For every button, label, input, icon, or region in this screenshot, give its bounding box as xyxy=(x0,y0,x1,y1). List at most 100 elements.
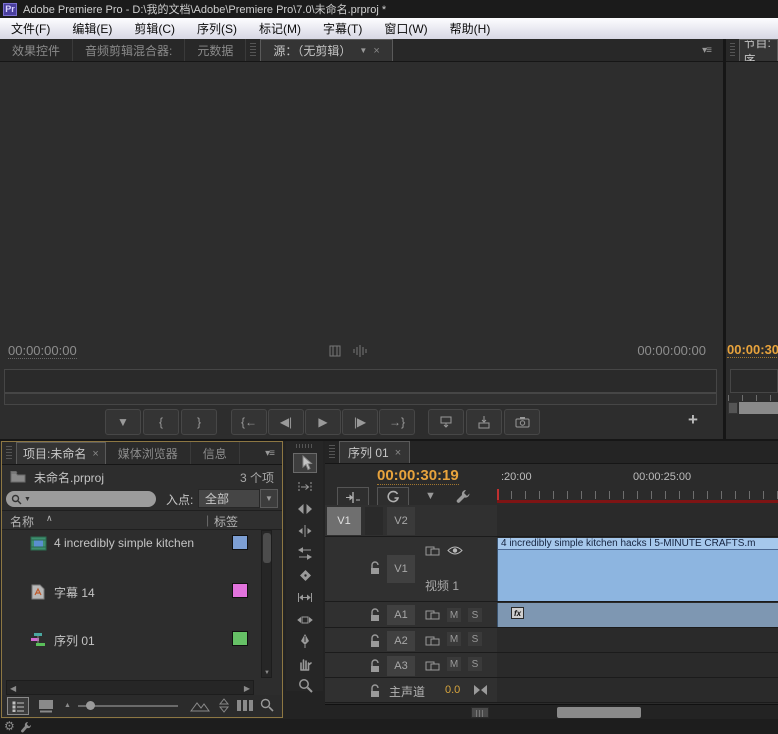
menu-file[interactable]: 文件(F) xyxy=(0,20,61,37)
panel-menu-icon[interactable]: ▾≡ xyxy=(702,45,711,56)
sync-lock-icon[interactable] xyxy=(425,609,440,621)
filter-dropdown-caret[interactable]: ▼ xyxy=(260,489,278,508)
track-content-v1[interactable]: 4 incredibly simple kitchen hacks l 5-MI… xyxy=(497,537,778,602)
solo-button[interactable]: S xyxy=(468,608,482,622)
goto-out-button[interactable]: →} xyxy=(379,409,415,435)
timeline-settings-wrench-icon[interactable] xyxy=(455,488,472,505)
gear-icon[interactable]: ⚙ xyxy=(4,719,15,733)
list-header[interactable]: 名称 ∧ | 标签 xyxy=(2,510,282,530)
slide-tool[interactable] xyxy=(293,609,317,629)
scroll-down-icon[interactable]: ▼ xyxy=(264,670,270,676)
mark-in-button[interactable]: { xyxy=(143,409,179,435)
sync-lock-icon[interactable] xyxy=(425,545,440,557)
audio-waveform-icon[interactable] xyxy=(352,344,368,358)
eye-icon[interactable] xyxy=(447,545,463,556)
track-name-v1[interactable]: 视频 1 xyxy=(425,577,459,594)
column-name[interactable]: 名称 xyxy=(10,513,34,530)
menu-window[interactable]: 窗口(W) xyxy=(373,20,438,37)
tab-audio-clip-mixer[interactable]: 音频剪辑混合器: xyxy=(73,39,185,61)
search-input[interactable]: ▼ xyxy=(6,491,156,507)
track-label-a1[interactable]: A1 xyxy=(387,605,415,625)
lock-open-icon[interactable] xyxy=(369,659,381,673)
track-label-a3[interactable]: A3 xyxy=(387,656,415,676)
linked-selection-button[interactable] xyxy=(377,487,409,507)
list-item[interactable]: 4 incredibly simple kitchen xyxy=(2,532,260,556)
step-back-button[interactable]: ◀| xyxy=(268,409,304,435)
panel-drag-handle[interactable] xyxy=(329,445,335,459)
panel-drag-handle[interactable] xyxy=(250,43,256,57)
list-item[interactable]: 序列 01 xyxy=(2,580,260,604)
mute-button[interactable]: M xyxy=(447,657,461,671)
vertical-scrollbar[interactable]: ▼ xyxy=(261,530,272,678)
selection-tool[interactable] xyxy=(293,453,317,473)
rolling-edit-tool[interactable] xyxy=(293,521,317,541)
panel-drag-handle[interactable] xyxy=(296,444,314,448)
find-icon[interactable] xyxy=(260,698,274,712)
track-header-v2[interactable]: V1 V2 xyxy=(325,505,497,537)
scrollbar-grip[interactable] xyxy=(471,707,489,718)
pen-tool[interactable] xyxy=(293,631,317,651)
scroll-right-icon[interactable]: ▶ xyxy=(244,684,250,693)
menu-edit[interactable]: 编辑(E) xyxy=(61,20,123,37)
close-icon[interactable]: × xyxy=(373,45,379,57)
menu-marker[interactable]: 标记(M) xyxy=(248,20,312,37)
track-label-a2[interactable]: A2 xyxy=(387,631,415,651)
track-header-master[interactable]: 主声道 0.0 xyxy=(325,678,497,703)
tab-sequence[interactable]: 序列 01 × xyxy=(339,441,410,463)
folder-icon[interactable] xyxy=(10,470,26,483)
tab-metadata[interactable]: 元数据 xyxy=(185,39,246,61)
label-swatch[interactable] xyxy=(232,535,248,550)
video-clip[interactable]: 4 incredibly simple kitchen hacks l 5-MI… xyxy=(497,538,778,601)
mute-button[interactable]: M xyxy=(447,632,461,646)
mute-button[interactable]: M xyxy=(447,608,461,622)
label-swatch[interactable] xyxy=(232,631,248,646)
tab-program[interactable]: 节目:序 xyxy=(739,39,778,61)
zoom-slider-knob[interactable] xyxy=(86,701,95,710)
close-icon[interactable]: × xyxy=(92,448,98,460)
automate-sequence-icon[interactable] xyxy=(190,699,210,712)
menu-sequence[interactable]: 序列(S) xyxy=(186,20,248,37)
filter-dropdown[interactable]: 全部 xyxy=(198,489,260,508)
column-divider[interactable]: | xyxy=(206,513,209,527)
track-header-a3[interactable]: A3 M S xyxy=(325,653,497,678)
zoom-tool[interactable] xyxy=(293,675,317,695)
export-frame-button[interactable] xyxy=(504,409,540,435)
ripple-edit-tool[interactable] xyxy=(293,499,317,519)
track-label-master[interactable]: 主声道 xyxy=(389,683,425,700)
insert-button[interactable] xyxy=(428,409,464,435)
list-item[interactable]: 字幕 14 xyxy=(2,556,260,580)
solo-button[interactable]: S xyxy=(468,657,482,671)
list-view-button[interactable] xyxy=(7,697,29,715)
sync-lock-icon[interactable] xyxy=(425,660,440,672)
menu-title[interactable]: 字幕(T) xyxy=(312,20,373,37)
menu-clip[interactable]: 剪辑(C) xyxy=(123,20,186,37)
zoom-out-tri-icon[interactable]: ▲ xyxy=(64,702,71,709)
tab-source[interactable]: 源：（无剪辑） ▼ × xyxy=(260,39,392,61)
panel-menu-icon[interactable]: ▾≡ xyxy=(265,448,274,459)
timeline-ruler[interactable] xyxy=(497,491,778,499)
sort-icon[interactable] xyxy=(218,698,230,713)
lock-open-icon[interactable] xyxy=(369,634,381,648)
panel-drag-handle[interactable] xyxy=(6,446,12,460)
fx-badge[interactable]: fx xyxy=(511,607,524,619)
slip-tool[interactable] xyxy=(293,587,317,607)
program-zoom-thumb[interactable] xyxy=(739,402,778,414)
step-forward-button[interactable]: |▶ xyxy=(342,409,378,435)
close-icon[interactable]: × xyxy=(395,447,401,459)
menu-help[interactable]: 帮助(H) xyxy=(439,20,502,37)
program-scrub-bar[interactable] xyxy=(730,369,778,393)
snap-button[interactable] xyxy=(337,487,369,507)
pan-bowtie-icon[interactable] xyxy=(473,684,488,696)
razor-tool[interactable] xyxy=(293,565,317,585)
rate-stretch-tool[interactable] xyxy=(293,543,317,563)
audio-clip[interactable]: fx xyxy=(497,603,778,627)
solo-button[interactable]: S xyxy=(468,632,482,646)
sort-ascending-icon[interactable]: ∧ xyxy=(46,513,53,524)
source-zoom-bar[interactable] xyxy=(4,393,717,405)
column-label[interactable]: 标签 xyxy=(214,513,238,530)
track-label-v1[interactable]: V1 xyxy=(387,555,415,583)
timeline-timecode[interactable]: 00:00:30:19 xyxy=(377,467,459,485)
track-content-a1[interactable]: fx xyxy=(497,602,778,628)
track-header-v1[interactable]: V1 视频 1 xyxy=(325,537,497,602)
program-zoom-grip[interactable] xyxy=(728,402,738,414)
